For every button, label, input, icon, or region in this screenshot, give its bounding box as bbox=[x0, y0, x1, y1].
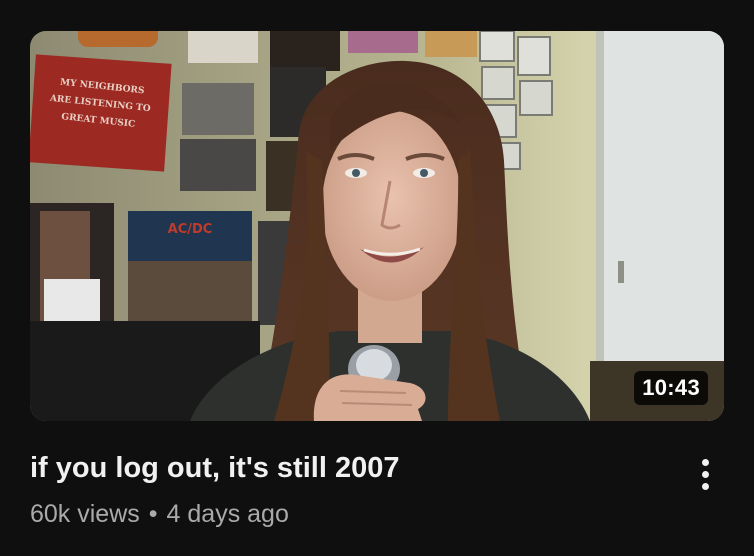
duration-badge: 10:43 bbox=[634, 371, 708, 405]
thumbnail-image: MY NEIGHBORS ARE LISTENING TO GREAT MUSI… bbox=[30, 31, 724, 421]
album-logo-text: AC/DC bbox=[168, 222, 213, 237]
view-count: 60k views bbox=[30, 500, 140, 528]
video-title[interactable]: if you log out, it's still 2007 bbox=[30, 451, 670, 485]
video-card[interactable]: MY NEIGHBORS ARE LISTENING TO GREAT MUSI… bbox=[0, 0, 754, 556]
vertical-ellipsis-icon[interactable] bbox=[688, 452, 722, 496]
ellipsis-dot bbox=[701, 482, 709, 490]
meta-separator: • bbox=[148, 500, 158, 528]
video-metadata: 60k views • 4 days ago bbox=[30, 498, 289, 530]
upload-age: 4 days ago bbox=[166, 500, 289, 528]
ellipsis-dot bbox=[701, 458, 709, 466]
video-thumbnail[interactable]: MY NEIGHBORS ARE LISTENING TO GREAT MUSI… bbox=[30, 31, 724, 421]
ellipsis-dot bbox=[701, 470, 709, 478]
